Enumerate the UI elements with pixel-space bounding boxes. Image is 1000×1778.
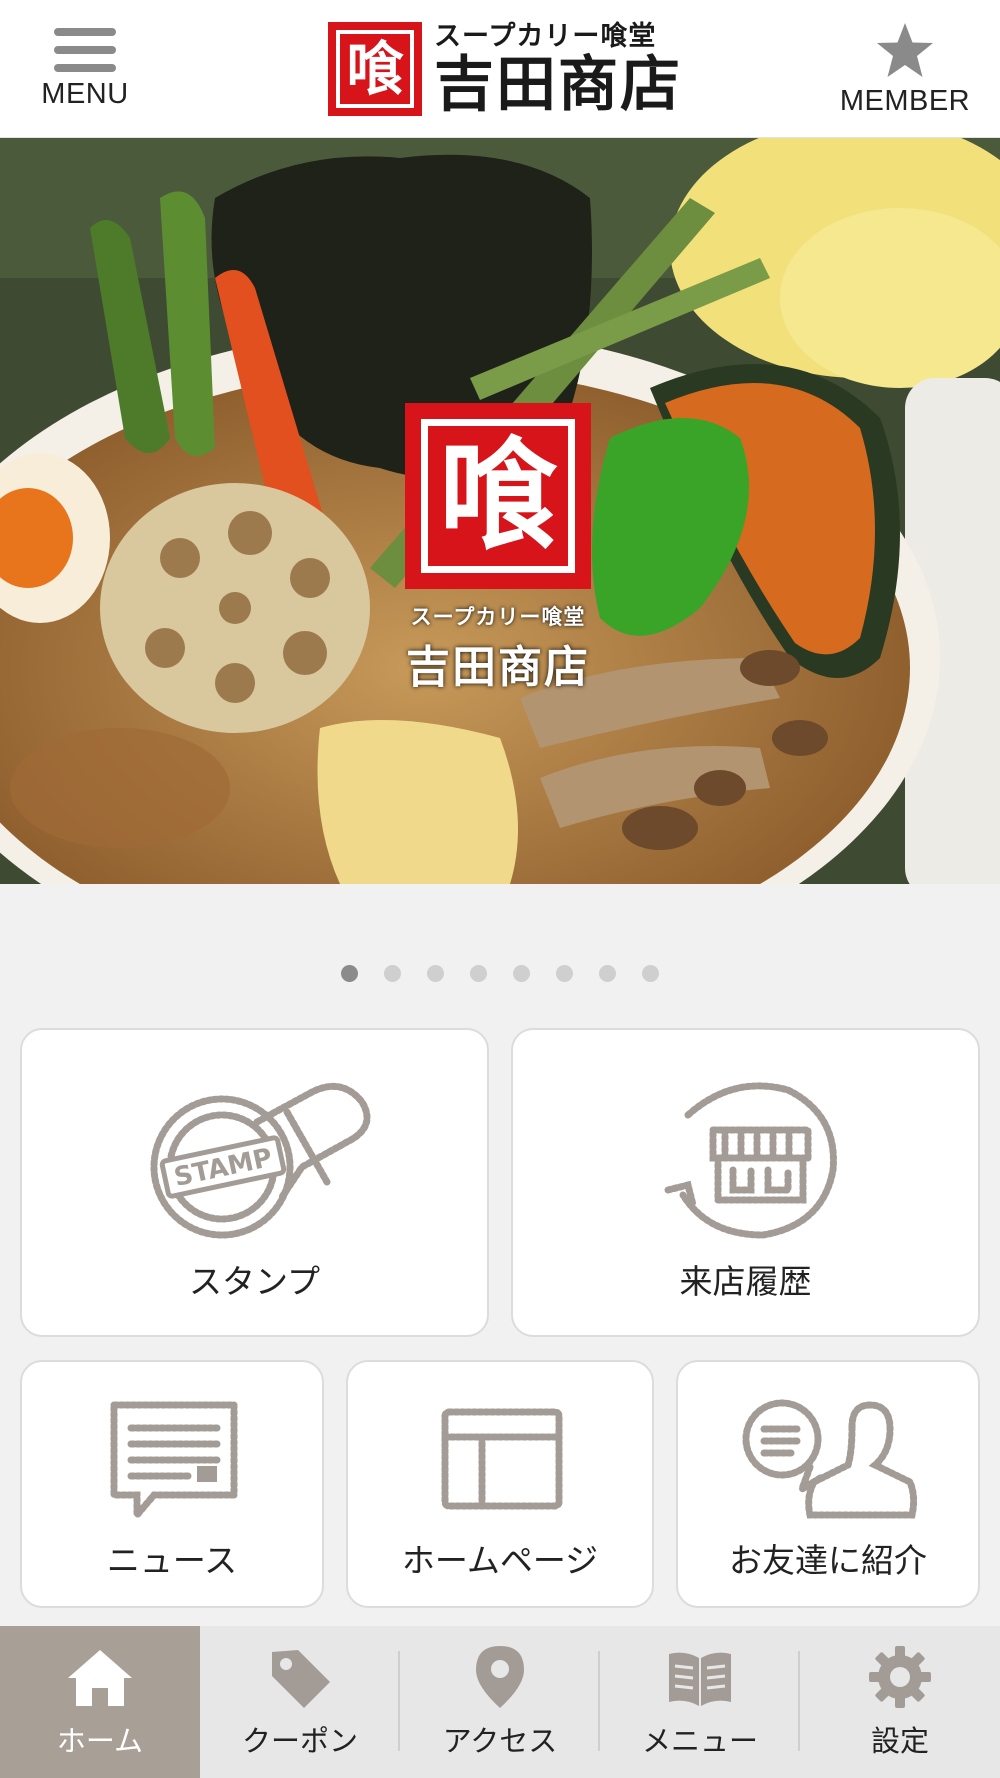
logo-mark-glyph: 喰 bbox=[336, 30, 414, 108]
carousel-dot[interactable] bbox=[470, 965, 487, 982]
news-label: ニュース bbox=[106, 1541, 238, 1580]
nav-menu[interactable]: メニュー bbox=[600, 1626, 800, 1778]
stamp-label: スタンプ bbox=[188, 1262, 320, 1301]
logo-mark: 喰 bbox=[328, 22, 422, 116]
hero-logo-glyph: 喰 bbox=[421, 419, 575, 573]
star-icon bbox=[877, 22, 933, 77]
store-logo: 喰 スープカリー喰堂 吉田商店 bbox=[328, 20, 682, 118]
refer-friend-tile[interactable]: お友達に紹介 bbox=[676, 1360, 980, 1608]
coupon-tag-icon bbox=[272, 1650, 330, 1708]
visit-history-label: 来店履歴 bbox=[679, 1262, 812, 1301]
news-tile[interactable]: ニュース bbox=[20, 1360, 324, 1608]
gear-icon bbox=[869, 1646, 931, 1708]
carousel-dot[interactable] bbox=[384, 965, 401, 982]
map-pin-icon bbox=[476, 1646, 524, 1708]
menu-label: MENU bbox=[41, 77, 129, 110]
carousel-dot[interactable] bbox=[556, 965, 573, 982]
home-icon bbox=[68, 1650, 132, 1706]
logo-subtitle: スープカリー喰堂 bbox=[434, 21, 657, 52]
refer-friend-label: お友達に紹介 bbox=[729, 1541, 927, 1580]
member-button[interactable]: MEMBER bbox=[830, 0, 980, 138]
logo-title: 吉田商店 bbox=[434, 50, 682, 120]
carousel-dot[interactable] bbox=[427, 965, 444, 982]
stamp-tile[interactable]: STAMP スタンプ bbox=[20, 1028, 489, 1337]
nav-home[interactable]: ホーム bbox=[0, 1626, 200, 1778]
nav-access-label: アクセス bbox=[442, 1724, 558, 1758]
news-icon bbox=[110, 1401, 238, 1520]
nav-home-label: ホーム bbox=[56, 1724, 144, 1758]
hero-carousel[interactable]: 喰 スープカリー喰堂 吉田商店 bbox=[0, 138, 1000, 884]
menu-book-icon bbox=[669, 1652, 731, 1706]
homepage-tile[interactable]: ホームページ bbox=[346, 1360, 654, 1608]
nav-menu-label: メニュー bbox=[641, 1724, 758, 1758]
homepage-label: ホームページ bbox=[401, 1541, 599, 1580]
nav-settings-label: 設定 bbox=[870, 1724, 929, 1758]
hero-store-logo: 喰 スープカリー喰堂 吉田商店 bbox=[398, 403, 598, 695]
nav-coupon-label: クーポン bbox=[241, 1724, 358, 1758]
hero-logo-mark: 喰 bbox=[405, 403, 591, 589]
app-header: MENU 喰 スープカリー喰堂 吉田商店 MEMBER bbox=[0, 0, 1000, 138]
member-label: MEMBER bbox=[839, 84, 971, 117]
nav-coupon[interactable]: クーポン bbox=[200, 1626, 400, 1778]
visit-history-tile[interactable]: 来店履歴 bbox=[511, 1028, 980, 1337]
carousel-pager bbox=[0, 965, 1000, 982]
visit-history-icon bbox=[664, 1082, 837, 1239]
refer-friend-icon bbox=[742, 1399, 918, 1519]
hero-logo-title: 吉田商店 bbox=[406, 642, 590, 693]
nav-access[interactable]: アクセス bbox=[400, 1626, 600, 1778]
carousel-dot[interactable] bbox=[513, 965, 530, 982]
menu-button[interactable]: MENU bbox=[20, 0, 150, 138]
carousel-dot[interactable] bbox=[341, 965, 358, 982]
hero-logo-subtitle: スープカリー喰堂 bbox=[410, 605, 586, 629]
hamburger-icon bbox=[54, 27, 116, 72]
bottom-navigation: ホーム クーポン アクセス メニュー 設定 bbox=[0, 1626, 1000, 1778]
webpage-icon bbox=[441, 1408, 563, 1510]
nav-settings[interactable]: 設定 bbox=[800, 1626, 1000, 1778]
carousel-dot[interactable] bbox=[642, 965, 659, 982]
carousel-dot[interactable] bbox=[599, 965, 616, 982]
stamp-icon: STAMP bbox=[150, 1082, 371, 1239]
